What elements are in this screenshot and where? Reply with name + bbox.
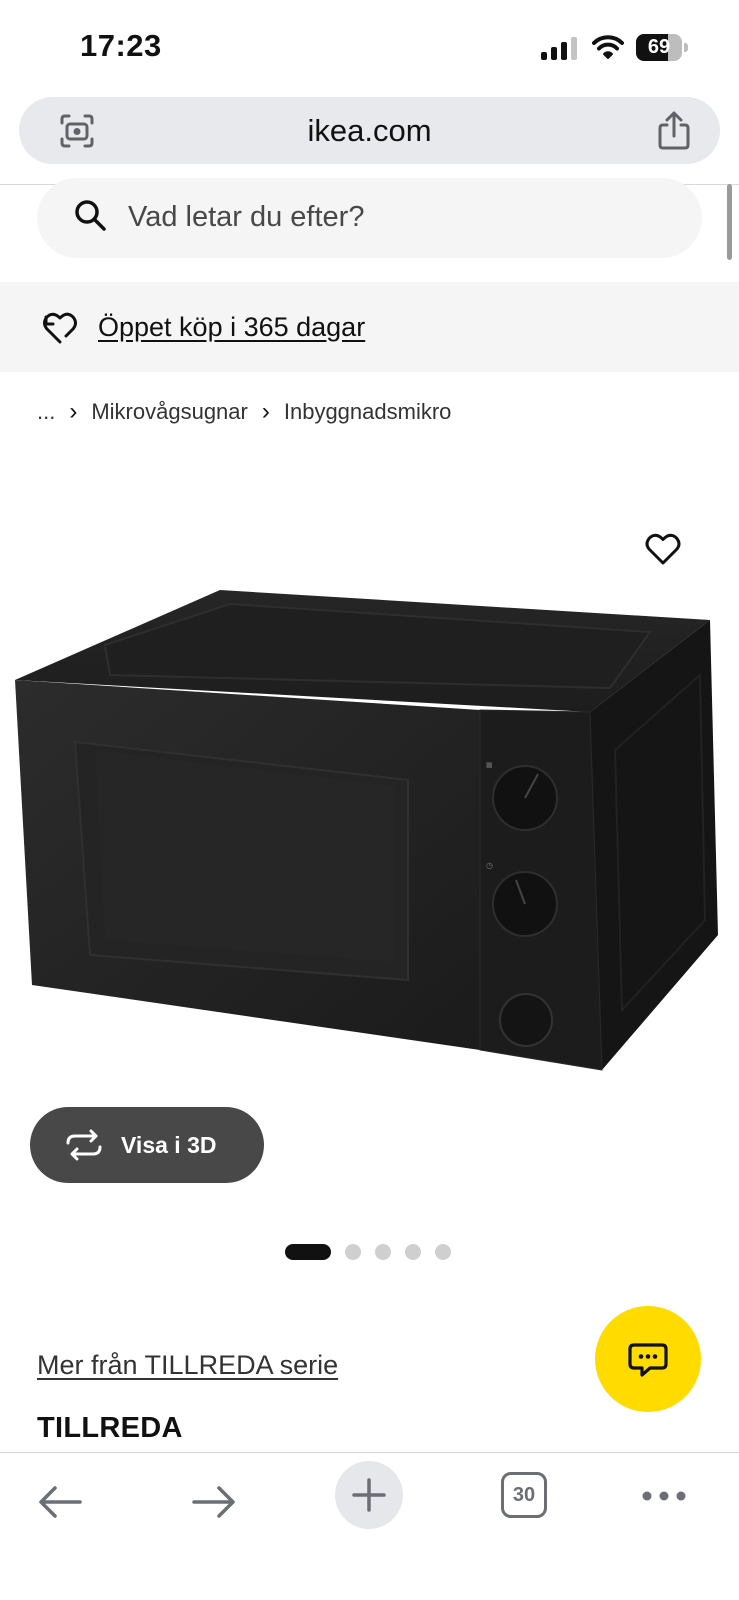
carousel-dot-active[interactable] xyxy=(285,1244,331,1260)
carousel-dot[interactable] xyxy=(375,1244,391,1260)
search-icon xyxy=(75,200,106,231)
open-purchase-link[interactable]: Öppet köp i 365 dagar xyxy=(98,282,365,372)
heart-icon[interactable] xyxy=(645,532,681,566)
share-icon[interactable] xyxy=(657,110,691,150)
page-scrollbar[interactable] xyxy=(727,184,732,260)
status-bar: 17:23 69 xyxy=(0,0,739,96)
search-placeholder[interactable]: Vad letar du efter? xyxy=(128,178,364,256)
return-heart-icon xyxy=(43,312,77,344)
image-carousel-indicator xyxy=(285,1244,485,1260)
series-link[interactable]: Mer från TILLREDA serie xyxy=(37,1350,338,1381)
svg-text:◷: ◷ xyxy=(486,861,493,870)
status-time: 17:23 xyxy=(80,28,162,63)
chevron-right-icon: › xyxy=(261,398,270,425)
browser-toolbar: 30 xyxy=(0,1452,739,1600)
new-tab-button[interactable] xyxy=(335,1461,403,1529)
breadcrumb-item-inbyggnadsmikro[interactable]: Inbyggnadsmikro xyxy=(284,399,452,425)
tabs-button[interactable]: 30 xyxy=(501,1472,547,1518)
promo-banner: Öppet köp i 365 dagar xyxy=(0,282,739,372)
url-text[interactable]: ikea.com xyxy=(19,97,720,164)
view-in-3d-label[interactable]: Visa i 3D xyxy=(121,1107,216,1183)
address-bar[interactable]: ikea.com xyxy=(19,97,720,164)
rotate-3d-icon xyxy=(66,1129,102,1161)
chat-icon xyxy=(628,1343,668,1377)
product-image[interactable]: ▦ ◷ xyxy=(10,590,732,1090)
chat-button[interactable] xyxy=(595,1306,701,1412)
battery-level: 69 xyxy=(647,36,671,58)
carousel-dot[interactable] xyxy=(345,1244,361,1260)
signal-icon xyxy=(541,36,577,60)
search-input[interactable]: Vad letar du efter? xyxy=(37,178,702,258)
battery-icon: 69 xyxy=(636,34,688,61)
wifi-icon xyxy=(592,35,624,59)
chevron-right-icon: › xyxy=(69,398,78,425)
product-name: TILLREDA xyxy=(37,1412,183,1444)
carousel-dot[interactable] xyxy=(405,1244,421,1260)
carousel-dot[interactable] xyxy=(435,1244,451,1260)
back-arrow-icon[interactable] xyxy=(38,1485,82,1519)
breadcrumb: ... › Mikrovågsugnar › Inbyggnadsmikro xyxy=(37,396,451,428)
plus-icon xyxy=(352,1478,386,1512)
view-in-3d-button[interactable]: Visa i 3D xyxy=(30,1107,264,1183)
svg-text:▦: ▦ xyxy=(486,761,493,769)
forward-arrow-icon[interactable] xyxy=(192,1485,236,1519)
breadcrumb-item-mikrovagsugnar[interactable]: Mikrovågsugnar xyxy=(91,399,248,425)
more-icon[interactable] xyxy=(641,1490,687,1502)
breadcrumb-ellipsis[interactable]: ... xyxy=(37,399,55,425)
